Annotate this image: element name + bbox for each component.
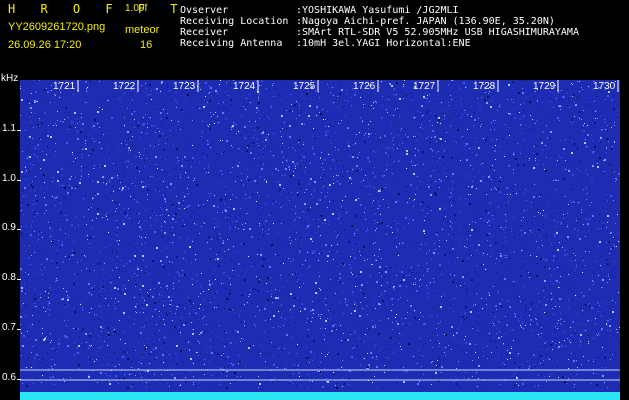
mode-label: meteor — [125, 24, 160, 36]
image-filename: YY2609261720.png — [8, 21, 106, 33]
time-tick-label: 1723 — [173, 81, 196, 92]
info-label: Ovserver — [180, 5, 229, 16]
info-value: :10mH 3el.YAGI Horizontal:ENE — [296, 38, 471, 49]
time-tick-label: 1730 — [593, 81, 616, 92]
y-tick-mark — [17, 180, 21, 181]
y-tick-mark — [17, 279, 21, 280]
hroft-window: H R O F F T 1.00f YY2609261720.png meteo… — [0, 0, 629, 400]
time-tick-label: 1724 — [233, 81, 256, 92]
info-value: :Nagoya Aichi-pref. JAPAN (136.90E, 35.2… — [296, 16, 555, 27]
y-tick-label: 0.7 — [2, 322, 16, 333]
time-tick-label: 1721 — [53, 81, 76, 92]
y-tick-label: 0.8 — [2, 272, 16, 283]
bottom-signal-band — [20, 392, 620, 400]
y-tick-label: 1.0 — [2, 173, 16, 184]
time-tick-label: 1727 — [413, 81, 436, 92]
spectrogram-canvas — [20, 80, 620, 400]
y-tick-mark — [17, 379, 21, 380]
info-row-receiver: Receiver :SMArt RTL-SDR V5 52.905MHz USB… — [180, 27, 579, 38]
time-tick-label: 1725 — [293, 81, 316, 92]
y-tick-mark — [17, 130, 21, 131]
y-tick-label: 0.6 — [2, 372, 16, 383]
info-value: :SMArt RTL-SDR V5 52.905MHz USB HIGASHIM… — [296, 27, 579, 38]
time-tick-label: 1722 — [113, 81, 136, 92]
info-label: Receiving Location — [180, 16, 289, 27]
station-info: Ovserver :YOSHIKAWA Yasufumi /JG2MLI Rec… — [180, 5, 579, 49]
time-tick-label: 1729 — [533, 81, 556, 92]
y-tick-mark — [17, 329, 21, 330]
waterfall-spectrogram: 1721 1722 1723 1724 1725 1726 1727 1728 1729 1730 — [20, 80, 620, 400]
event-count: 16 — [140, 39, 153, 51]
y-tick-label: 1.1 — [2, 123, 16, 134]
y-axis-unit: kHz — [1, 73, 19, 84]
info-row-observer: Ovserver :YOSHIKAWA Yasufumi /JG2MLI — [180, 5, 579, 16]
app-version: 1.00f — [125, 3, 148, 14]
datetime-label: 26.09.26 17:20 — [8, 39, 82, 51]
app-title: H R O F F T — [8, 2, 187, 16]
info-value: :YOSHIKAWA Yasufumi /JG2MLI — [296, 5, 459, 16]
info-label: Receiver — [180, 27, 229, 38]
info-label: Receiving Antenna — [180, 38, 283, 49]
time-tick-label: 1726 — [353, 81, 376, 92]
time-tick-label: 1728 — [473, 81, 496, 92]
y-tick-mark — [17, 229, 21, 230]
info-row-antenna: Receiving Antenna :10mH 3el.YAGI Horizon… — [180, 38, 579, 49]
info-row-location: Receiving Location :Nagoya Aichi-pref. J… — [180, 16, 579, 27]
y-tick-label: 0.9 — [2, 222, 16, 233]
